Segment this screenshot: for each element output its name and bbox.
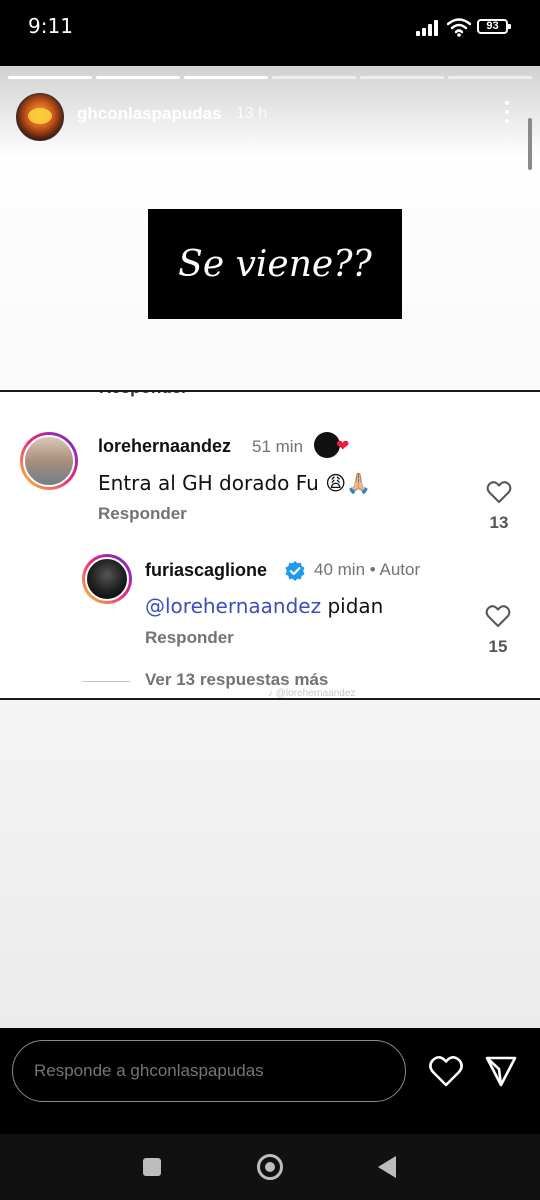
commenter-username: lorehernaandez — [98, 436, 232, 456]
story-reply-bar — [0, 1028, 540, 1134]
story-progress-bar — [8, 76, 532, 79]
cut-off-reply-label: Responder — [99, 392, 188, 398]
comment-text: Entra al GH dorado Fu 😩🙏🏼 — [98, 471, 371, 495]
comment-time: 51 min — [252, 437, 304, 456]
battery-indicator: 93 — [477, 19, 511, 34]
recents-button[interactable] — [143, 1158, 161, 1176]
story-reply-input[interactable] — [12, 1040, 406, 1102]
scrollbar — [528, 118, 532, 170]
reply-body: pidan — [321, 594, 384, 618]
back-button[interactable] — [378, 1156, 396, 1178]
comment-like-count: 13 — [489, 513, 509, 532]
home-button[interactable] — [257, 1154, 283, 1180]
view-more-replies: Ver 13 respuestas más — [145, 670, 329, 689]
story-text-box: Se viene?? — [148, 209, 402, 319]
reply-like-count: 15 — [488, 637, 508, 656]
status-time: 9:11 — [28, 14, 73, 38]
story-author-avatar[interactable] — [16, 93, 64, 141]
reply-time: 40 min • Autor — [314, 560, 421, 579]
status-bar: 9:11 93 — [0, 0, 540, 48]
commenter-avatar — [20, 432, 78, 490]
heart-outline-icon — [486, 481, 512, 503]
divider — [82, 681, 130, 682]
reply-author-avatar — [82, 554, 132, 604]
heart-outline-icon[interactable] — [428, 1054, 464, 1088]
signal-icon — [416, 20, 440, 36]
wifi-icon — [447, 18, 471, 37]
verified-badge-icon — [285, 561, 305, 581]
comment-screenshot-card: Responder lorehernaandez 51 min ❤ Entra … — [0, 390, 540, 700]
reply-author-username: furiascaglione — [145, 560, 268, 580]
story-age: 13 h — [236, 105, 268, 122]
story-viewer[interactable]: ghconlaspapudas 13 h Se viene?? Responde… — [0, 66, 540, 1028]
send-icon[interactable] — [484, 1054, 518, 1088]
reply-mention: @lorehernaandez — [145, 594, 322, 618]
story-text: Se viene?? — [178, 243, 372, 285]
reply-link: Responder — [98, 504, 187, 523]
system-navigation-bar — [0, 1134, 540, 1200]
reply-text: @lorehernaandez pidan — [145, 594, 383, 618]
reply-link: Responder — [145, 628, 234, 647]
heart-outline-icon — [485, 605, 511, 627]
reaction-heart-icon: ❤ — [336, 436, 350, 455]
story-author-username[interactable]: ghconlaspapudas — [77, 104, 222, 124]
tiktok-watermark: ♪ @lorehernaandez — [268, 688, 356, 699]
more-vertical-icon[interactable] — [502, 101, 512, 127]
